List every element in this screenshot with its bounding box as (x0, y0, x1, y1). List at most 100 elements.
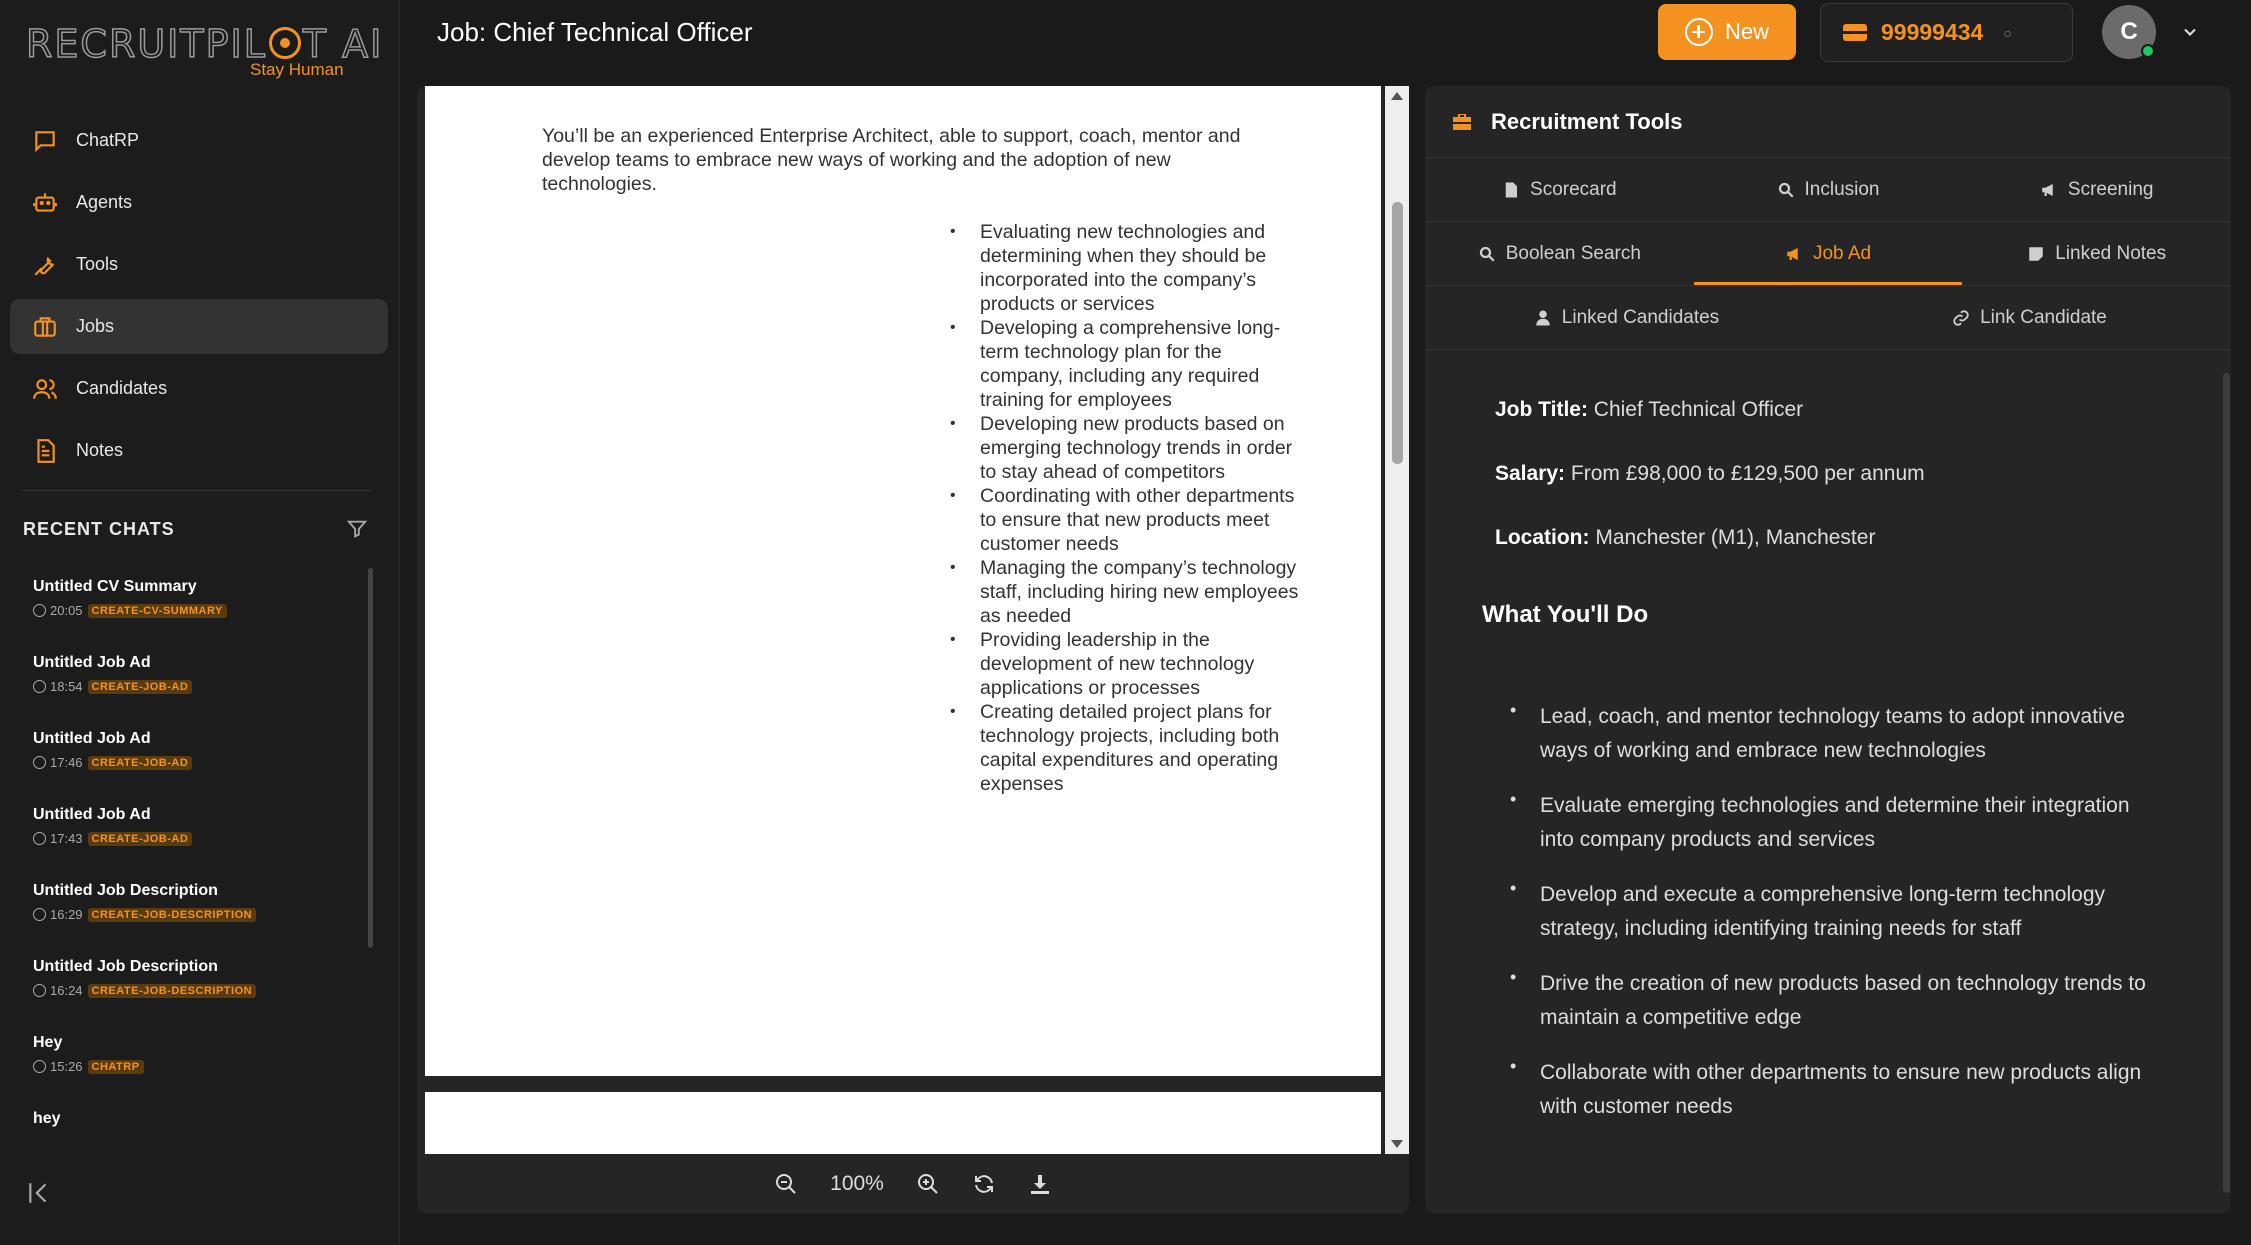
responsibility-item: Drive the creation of new products based… (1510, 961, 2160, 1034)
nav-item-notes[interactable]: Notes (10, 423, 388, 478)
scroll-down-arrow-icon[interactable] (1391, 1140, 1403, 1148)
chat-title: Untitled Job Ad (33, 654, 151, 671)
recent-chat-item[interactable]: Untitled Job Ad 17:43 CREATE-JOB-AD (33, 806, 353, 882)
tab-linked-notes[interactable]: Linked Notes (1962, 222, 2231, 285)
chat-icon (35, 130, 55, 152)
chat-time: 18:54 (50, 679, 83, 694)
tab-job-ad[interactable]: Job Ad (1693, 222, 1963, 285)
brand-tagline: Stay Human (250, 60, 344, 79)
scroll-up-arrow-icon[interactable] (1391, 92, 1403, 100)
nav-label: Agents (76, 192, 133, 212)
note-icon (2029, 246, 2043, 261)
nav-label: ChatRP (76, 130, 140, 150)
scrollbar-thumb[interactable] (1392, 202, 1403, 464)
recent-chat-item[interactable]: Hey 15:26 CHATRP (33, 1034, 353, 1110)
tab-label: Linked Candidates (1561, 306, 1720, 328)
page-title: Job: Chief Technical Officer (437, 17, 753, 47)
document-bullet: Managing the company’s technology staff,… (950, 556, 1310, 628)
new-button[interactable]: New (1658, 4, 1796, 60)
document-bullet: Developing new products based on emergin… (950, 412, 1310, 484)
sidebar: RECRUITPIL T AI Stay Human ChatRP Agents … (0, 0, 400, 1245)
tab-label: Link Candidate (1980, 306, 2107, 328)
recent-chat-item[interactable]: hey (33, 1110, 353, 1186)
recent-chat-item[interactable]: Untitled CV Summary 20:05 CREATE-CV-SUMMA… (33, 578, 353, 654)
job-title-field: Job Title: Chief Technical Officer (1495, 398, 1803, 422)
nav-item-agents[interactable]: Agents (10, 175, 388, 230)
rotate-icon[interactable] (972, 1172, 996, 1196)
clock-icon (33, 1060, 46, 1073)
chat-time: 16:29 (50, 907, 83, 922)
credits-value: 99999434 (1881, 19, 1984, 45)
chat-tag-badge: CREATE-JOB-AD (87, 679, 193, 694)
brand-logo[interactable]: RECRUITPIL T AI Stay Human (25, 21, 383, 79)
file-icon (1505, 182, 1518, 197)
top-bar: Job: Chief Technical Officer New 9999943… (400, 0, 2251, 66)
document-intro: You’ll be an experienced Enterprise Arch… (542, 125, 1241, 195)
filter-icon[interactable] (346, 518, 368, 540)
nav-label: Tools (76, 254, 119, 274)
chat-tag-badge: CREATE-JOB-AD (87, 755, 193, 770)
tab-link-candidate[interactable]: Link Candidate (1828, 286, 2231, 349)
tools-tab-row: Linked Candidates Link Candidate (1425, 286, 2231, 350)
user-icon (1536, 310, 1550, 325)
recent-chat-item[interactable]: Untitled Job Ad 18:54 CREATE-JOB-AD (33, 654, 353, 730)
tab-label: Boolean Search (1505, 242, 1641, 264)
clock-icon (33, 680, 46, 693)
document-bullet: Creating detailed project plans for tech… (950, 700, 1310, 796)
tab-screening[interactable]: Screening (1962, 158, 2231, 221)
chevron-down-icon[interactable] (2180, 22, 2200, 42)
tab-scorecard[interactable]: Scorecard (1425, 158, 1694, 221)
field-label: Salary: (1495, 462, 1566, 485)
clock-icon (33, 604, 46, 617)
salary-field: Salary: From £98,000 to £129,500 per ann… (1495, 462, 1925, 486)
tab-label: Inclusion (1804, 178, 1880, 200)
recent-chat-item[interactable]: Untitled Job Description 16:24 CREATE-JOB… (33, 958, 353, 1034)
recruitment-tools-panel: Recruitment Tools Scorecard Inclusion Sc… (1425, 86, 2231, 1214)
collapse-sidebar-icon[interactable] (26, 1180, 52, 1206)
responsibility-item: Collaborate with other departments to en… (1510, 1050, 2160, 1123)
tools-tab-row: Scorecard Inclusion Screening (1425, 158, 2231, 222)
recent-chat-item[interactable]: Untitled Job Description 16:29 CREATE-JOB… (33, 882, 353, 958)
download-icon[interactable] (1028, 1172, 1052, 1196)
recent-chats-scrollbar[interactable] (368, 568, 373, 948)
location-field: Location: Manchester (M1), Manchester (1495, 526, 1875, 550)
document-page: You’ll be an experienced Enterprise Arch… (425, 86, 1381, 1076)
tab-label: Scorecard (1530, 178, 1617, 200)
tab-linked-candidates[interactable]: Linked Candidates (1425, 286, 1828, 349)
credits-display[interactable]: 99999434 ○ (1820, 3, 2073, 62)
tab-inclusion[interactable]: Inclusion (1694, 158, 1963, 221)
chat-time: 17:46 (50, 755, 83, 770)
tools-tab-row: Boolean Search Job Ad Linked Notes (1425, 222, 2231, 286)
recent-chat-item[interactable]: Untitled Job Ad 17:46 CREATE-JOB-AD (33, 730, 353, 806)
chat-time: 17:43 (50, 831, 83, 846)
recent-chats-list: Untitled CV Summary 20:05 CREATE-CV-SUMMA… (33, 578, 353, 1186)
chat-title: hey (33, 1110, 61, 1127)
nav-item-tools[interactable]: Tools (10, 237, 388, 292)
nav-label: Notes (76, 440, 124, 460)
user-avatar[interactable]: C (2102, 5, 2156, 59)
search-icon (1479, 246, 1495, 262)
sidebar-divider (22, 490, 372, 491)
link-icon (1953, 309, 1969, 326)
tools-scrollbar[interactable] (2221, 355, 2231, 1215)
clock-icon (33, 908, 46, 921)
chat-time: 16:24 (50, 983, 83, 998)
zoom-in-icon[interactable] (916, 1172, 940, 1196)
credit-card-icon (1843, 24, 1867, 41)
document-bullet: Providing leadership in the development … (950, 628, 1310, 700)
responsibility-item: Lead, coach, and mentor technology teams… (1510, 694, 2160, 767)
responsibilities-list: Lead, coach, and mentor technology teams… (1510, 694, 2160, 1145)
clock-icon (33, 756, 46, 769)
document-scrollbar[interactable] (1385, 86, 1409, 1154)
briefcase-icon (34, 316, 56, 337)
document-bullet: Developing a comprehensive long-term tec… (950, 316, 1310, 412)
nav-item-jobs[interactable]: Jobs (10, 299, 388, 354)
nav-item-candidates[interactable]: Candidates (10, 361, 388, 416)
nav-item-chatrp[interactable]: ChatRP (10, 113, 388, 168)
document-toolbar: 100% (417, 1154, 1409, 1214)
scrollbar-thumb[interactable] (2223, 373, 2230, 1193)
robot-icon (33, 192, 57, 212)
tab-boolean-search[interactable]: Boolean Search (1425, 222, 1694, 285)
field-value: From £98,000 to £129,500 per annum (1570, 462, 1925, 485)
zoom-out-icon[interactable] (774, 1172, 798, 1196)
